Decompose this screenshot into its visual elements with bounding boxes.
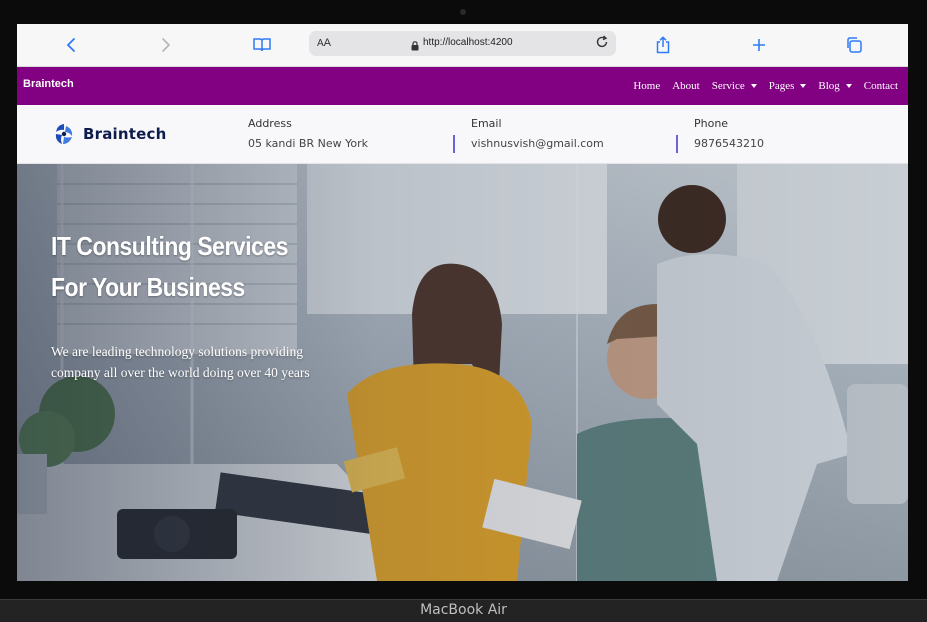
browser-toolbar: AA http://localhost:4200 <box>17 24 908 67</box>
share-icon <box>656 36 670 54</box>
bookmarks-icon <box>253 38 271 52</box>
back-icon <box>66 38 75 52</box>
hero-section: IT Consulting Services For Your Business… <box>17 164 908 581</box>
phone-block: Phone 9876543210 <box>694 117 764 150</box>
caret-down-icon <box>750 84 757 88</box>
caret-down-icon <box>800 84 807 88</box>
forward-icon <box>162 38 171 52</box>
nav-about-label: About <box>672 80 700 92</box>
new-tab-icon <box>753 39 765 51</box>
info-divider <box>453 135 455 153</box>
back-button[interactable] <box>58 32 84 58</box>
tabs-icon <box>847 37 862 53</box>
nav-contact-label: Contact <box>863 80 898 92</box>
hero-title: IT Consulting Services For Your Business <box>51 226 288 308</box>
nav-home-label: Home <box>633 80 661 92</box>
nav-home[interactable]: Home <box>633 80 660 92</box>
new-tab-button[interactable] <box>746 32 772 58</box>
phone-label: Phone <box>694 117 729 130</box>
bookmarks-button[interactable] <box>249 32 275 58</box>
lock-icon <box>411 38 419 56</box>
text-size-button[interactable]: AA <box>317 37 331 49</box>
forward-button[interactable] <box>153 32 179 58</box>
info-divider <box>676 135 678 153</box>
site-logo[interactable]: Braintech <box>53 123 167 145</box>
nav-about[interactable]: About <box>672 80 700 92</box>
contact-strip: Braintech Address 05 kandi BR New York E… <box>17 105 908 164</box>
logo-text: Braintech <box>83 125 167 143</box>
address-block: Address 05 kandi BR New York <box>248 117 368 150</box>
email-block: Email vishnusvish@gmail.com <box>471 117 604 150</box>
address-value: 05 kandi BR New York <box>248 137 368 150</box>
site-navbar: Braintech Home About Service Pages Blog … <box>17 67 908 105</box>
text-size-large-label: A <box>323 37 332 49</box>
braintech-logo-icon <box>55 124 73 144</box>
hero-title-line2: For Your Business <box>51 272 245 302</box>
tabs-overview-button[interactable] <box>841 32 867 58</box>
email-label: Email <box>471 117 502 130</box>
phone-value[interactable]: 9876543210 <box>694 137 764 150</box>
email-value[interactable]: vishnusvish@gmail.com <box>471 137 604 150</box>
url-text: http://localhost:4200 <box>423 37 513 48</box>
nav-pages[interactable]: Pages <box>769 80 807 92</box>
hero-title-line1: IT Consulting Services <box>51 231 288 261</box>
share-button[interactable] <box>650 32 676 58</box>
reload-icon <box>596 35 608 48</box>
nav-pages-label: Pages <box>768 80 795 92</box>
nav-service[interactable]: Service <box>712 80 757 92</box>
main-nav: Home About Service Pages Blog Contact <box>633 80 898 92</box>
nav-blog[interactable]: Blog <box>818 80 852 92</box>
browser-window: AA http://localhost:4200 Braintech Home … <box>17 24 908 581</box>
nav-contact[interactable]: Contact <box>864 80 898 92</box>
device-model-label: MacBook Air <box>420 602 507 618</box>
camera-dot <box>460 9 466 15</box>
reload-button[interactable] <box>595 35 609 54</box>
hero-subtitle: We are leading technology solutions prov… <box>51 344 310 380</box>
text-size-small-label: A <box>317 38 324 49</box>
caret-down-icon <box>845 84 852 88</box>
address-label: Address <box>248 117 292 130</box>
navbar-brand[interactable]: Braintech <box>23 78 74 90</box>
address-bar[interactable]: AA http://localhost:4200 <box>309 31 616 56</box>
nav-service-label: Service <box>711 80 745 92</box>
nav-blog-label: Blog <box>818 80 840 92</box>
